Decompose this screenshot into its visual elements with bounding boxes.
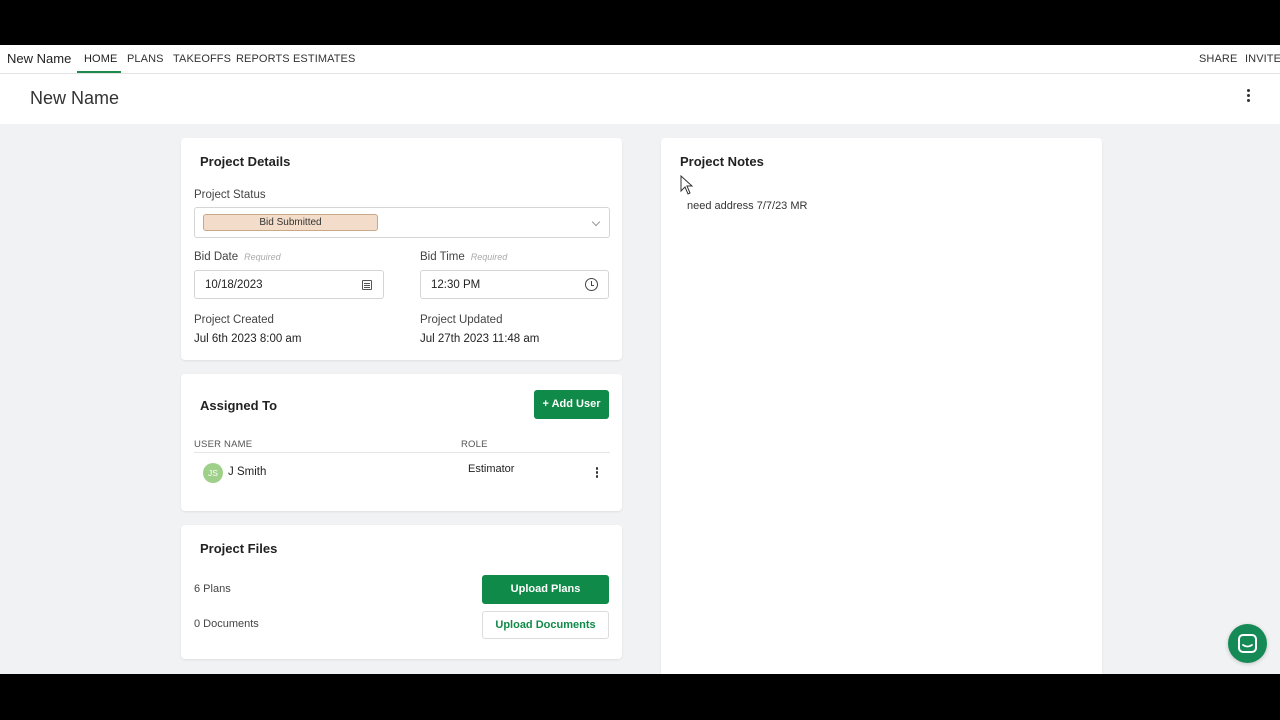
- share-link[interactable]: SHARE: [1199, 53, 1237, 65]
- add-user-button[interactable]: + Add User: [534, 390, 609, 419]
- project-notes-card[interactable]: Project Notes need address 7/7/23 MR: [661, 138, 1102, 674]
- bid-date-value: 10/18/2023: [205, 279, 263, 291]
- user-role: Estimator: [468, 463, 515, 475]
- nav-takeoffs[interactable]: TAKEOFFS: [173, 53, 231, 65]
- assigned-to-card: Assigned To + Add User USER NAME ROLE JS…: [181, 374, 622, 511]
- card-title: Project Details: [200, 154, 291, 169]
- card-title: Assigned To: [200, 398, 278, 413]
- nav-plans[interactable]: PLANS: [127, 53, 164, 65]
- avatar: JS: [203, 463, 223, 483]
- project-updated-value: Jul 27th 2023 11:48 am: [420, 333, 540, 345]
- bid-time-input[interactable]: 12:30 PM: [420, 270, 609, 299]
- active-tab-indicator: [77, 71, 121, 73]
- user-name-column-header: USER NAME: [194, 439, 253, 450]
- project-details-card: Project Details Project Status Bid Submi…: [181, 138, 622, 360]
- app-window: New Name HOME PLANS TAKEOFFS REPORTS EST…: [0, 45, 1280, 674]
- nav-estimates[interactable]: ESTIMATES: [293, 53, 355, 65]
- plans-count: 6 Plans: [194, 583, 231, 595]
- role-column-header: ROLE: [461, 439, 488, 450]
- brand-name: New Name: [7, 51, 72, 66]
- divider: [194, 452, 610, 453]
- chevron-down-icon: [591, 217, 601, 227]
- upload-documents-button[interactable]: Upload Documents: [482, 611, 609, 639]
- project-created-value: Jul 6th 2023 8:00 am: [194, 333, 302, 345]
- nav-reports[interactable]: REPORTS: [236, 53, 290, 65]
- mouse-cursor-icon: [680, 175, 694, 195]
- invite-link[interactable]: INVITE: [1245, 53, 1280, 65]
- calendar-icon[interactable]: [362, 280, 372, 290]
- status-badge: Bid Submitted: [203, 214, 378, 231]
- chat-icon: [1238, 634, 1257, 653]
- user-name: J Smith: [228, 466, 267, 478]
- notes-text[interactable]: need address 7/7/23 MR: [687, 200, 807, 212]
- bid-date-input[interactable]: 10/18/2023: [194, 270, 384, 299]
- page-header: New Name: [0, 74, 1280, 124]
- documents-count: 0 Documents: [194, 618, 259, 630]
- card-title: Project Files: [200, 541, 278, 556]
- page-title: New Name: [30, 88, 120, 108]
- project-created-label: Project Created: [194, 314, 274, 326]
- bid-time-label: Bid Time Required: [420, 251, 508, 263]
- upload-plans-button[interactable]: Upload Plans: [482, 575, 609, 604]
- project-status-select[interactable]: Bid Submitted: [194, 207, 610, 238]
- clock-icon[interactable]: [585, 278, 598, 291]
- kebab-vertical-icon[interactable]: [1240, 89, 1256, 107]
- card-title: Project Notes: [680, 154, 764, 169]
- project-files-card: Project Files 6 Plans Upload Plans 0 Doc…: [181, 525, 622, 659]
- bid-time-value: 12:30 PM: [431, 279, 481, 291]
- project-status-label: Project Status: [194, 189, 266, 201]
- nav-home[interactable]: HOME: [84, 53, 117, 65]
- project-updated-label: Project Updated: [420, 314, 503, 326]
- chat-launcher-button[interactable]: [1228, 624, 1267, 663]
- row-menu-icon[interactable]: [592, 467, 602, 480]
- top-nav: New Name HOME PLANS TAKEOFFS REPORTS EST…: [0, 45, 1280, 74]
- bid-date-label: Bid Date Required: [194, 251, 281, 263]
